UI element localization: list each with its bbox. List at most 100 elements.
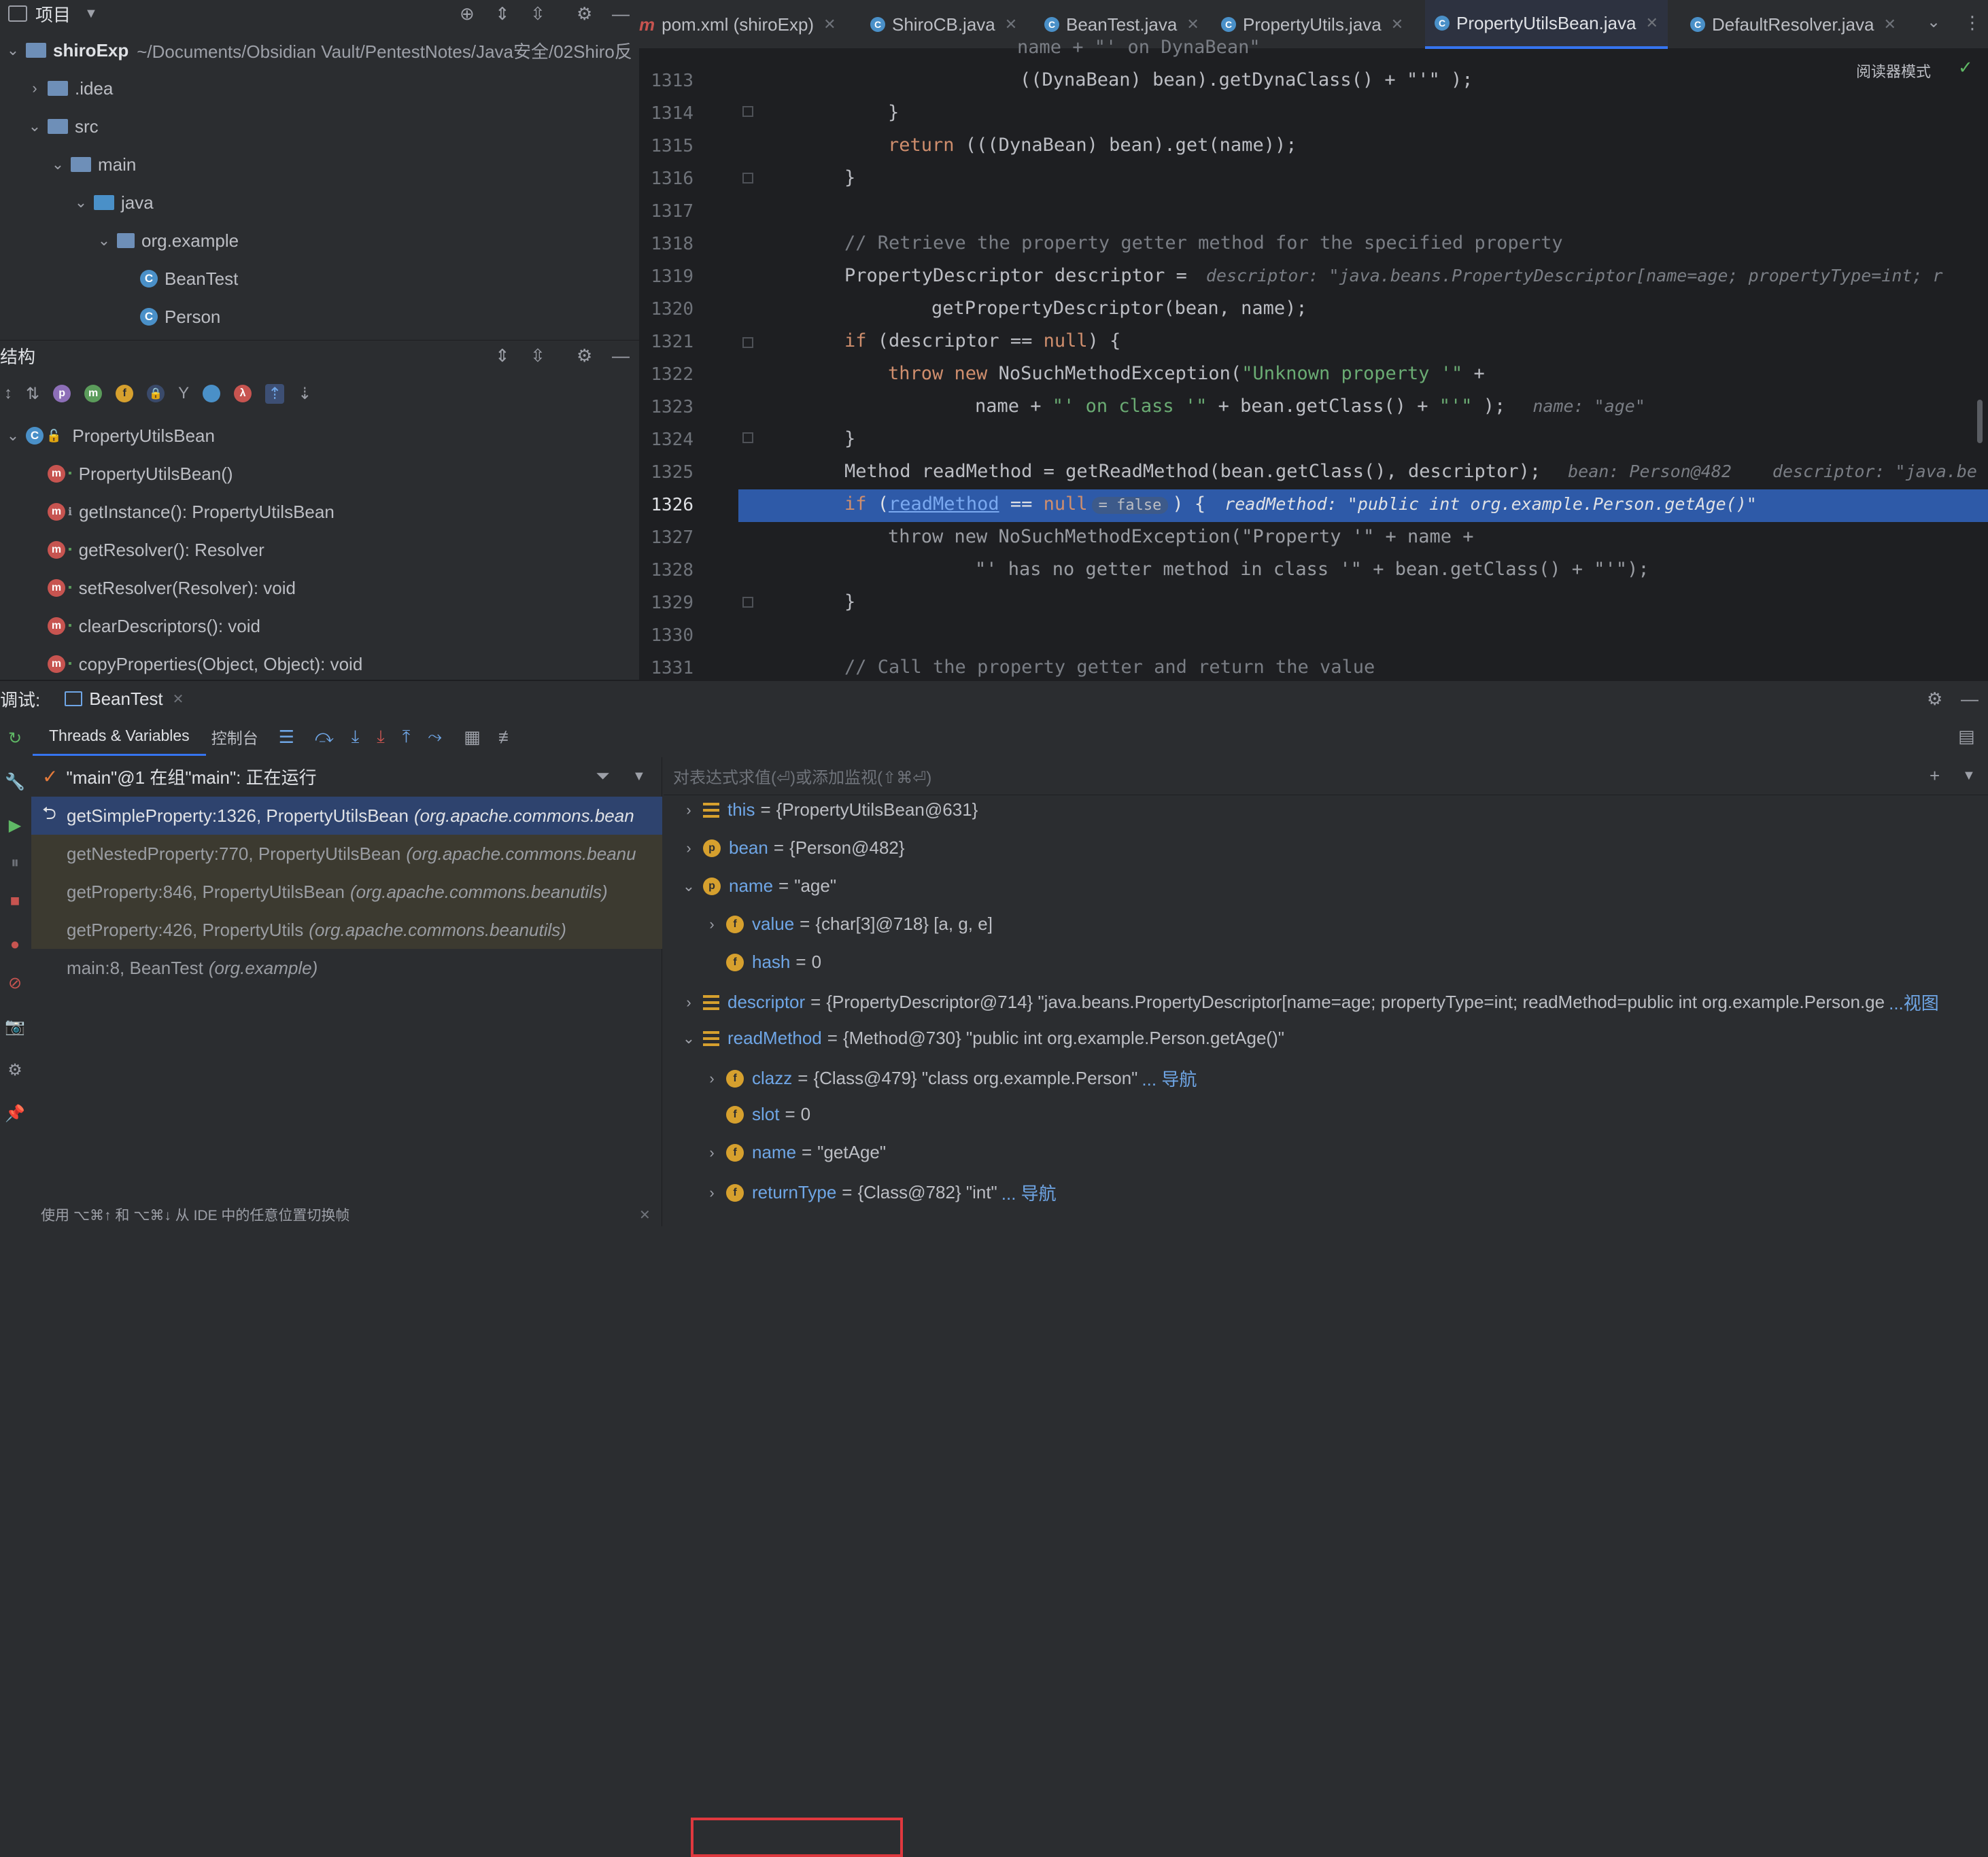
autoscroll-to-source-icon[interactable]: ⇡ [265, 383, 285, 404]
chevron-down-icon[interactable]: ⌄ [26, 118, 44, 135]
tab-console[interactable]: 控制台 [211, 725, 258, 748]
add-watch-icon[interactable]: + [1930, 765, 1940, 786]
collapse-all-icon[interactable]: ⇳ [530, 345, 545, 366]
pin-icon[interactable]: 📌 [3, 1101, 27, 1126]
chevron-down-icon[interactable]: ⌄ [95, 232, 113, 249]
wrench-icon[interactable]: 🔧 [3, 769, 27, 794]
tree-item-src[interactable]: ⌄ src [26, 114, 99, 139]
layout-icon[interactable]: ▤ [1958, 726, 1975, 747]
tree-item-idea[interactable]: › .idea [26, 76, 113, 101]
evaluate-expression-icon[interactable]: ▦ [464, 727, 481, 748]
stop-icon[interactable]: ■ [3, 889, 27, 914]
trace-icon[interactable]: ≢ [498, 727, 516, 748]
chevron-right-icon[interactable]: › [680, 801, 698, 819]
mute-breakpoints-icon[interactable]: ⊘ [3, 971, 27, 995]
run-to-cursor-icon[interactable]: ⤳ [428, 726, 442, 748]
close-icon[interactable]: ✕ [1005, 16, 1017, 33]
show-anonymous-icon[interactable] [203, 385, 221, 402]
variable-row-this[interactable]: › this = {PropertyUtilsBean@631} [680, 799, 978, 820]
close-icon[interactable]: ✕ [823, 16, 836, 33]
debug-session-tab[interactable]: BeanTest ✕ [65, 689, 184, 710]
chevron-down-icon[interactable]: ▼ [84, 6, 98, 22]
gear-icon[interactable]: ⚙ [577, 345, 592, 366]
chevron-down-icon[interactable]: ⌄ [4, 41, 22, 59]
chevron-down-icon[interactable]: ⌄ [72, 194, 90, 211]
tree-item-org-example[interactable]: ⌄ org.example [95, 228, 239, 253]
stack-frame-current[interactable]: ⮌ getSimpleProperty:1326, PropertyUtilsB… [31, 797, 662, 835]
filter-icon[interactable]: ⏷ [596, 765, 610, 787]
stack-frame[interactable]: getProperty:846, PropertyUtilsBean (org.… [31, 873, 662, 911]
chevron-down-icon[interactable]: ⌄ [680, 1030, 698, 1047]
structure-member[interactable]: m ▪ clearDescriptors(): void [48, 614, 260, 638]
minimize-icon[interactable]: — [612, 345, 630, 366]
variable-row-clazz[interactable]: › f clazz = {Class@479} "class org.examp… [703, 1066, 1197, 1091]
camera-icon[interactable]: 📷 [3, 1014, 27, 1039]
settings-icon[interactable]: ⚙ [3, 1058, 27, 1082]
show-inherited-icon[interactable]: m [84, 385, 103, 402]
close-icon[interactable]: ✕ [1883, 16, 1896, 33]
tab-shirocb[interactable]: C ShiroCB.java ✕ [870, 0, 1017, 49]
chevron-right-icon[interactable]: › [26, 80, 44, 97]
show-lambdas-icon[interactable]: Y [178, 384, 189, 403]
variable-row-hash[interactable]: f hash = 0 [703, 952, 821, 973]
stack-frame[interactable]: main:8, BeanTest (org.example) [31, 949, 662, 987]
show-fields-icon[interactable]: f [116, 385, 134, 402]
chevron-down-icon[interactable]: ⌄ [1927, 12, 1940, 32]
fold-marker[interactable] [742, 337, 753, 348]
navigate-link[interactable]: ... 导航 [1001, 1180, 1057, 1205]
thread-selector[interactable]: ✓ "main"@1 在组"main": 正在运行 ⏷ ▼ [31, 757, 662, 795]
chevron-down-icon[interactable]: ⌄ [49, 156, 67, 173]
chevron-down-icon[interactable]: ▼ [1962, 768, 1976, 784]
variable-row-name[interactable]: ⌄ p name = "age" [680, 875, 836, 897]
step-out-icon[interactable]: ⤒ [402, 726, 411, 748]
chevron-right-icon[interactable]: › [680, 839, 698, 857]
expand-all-icon[interactable]: ⇕ [495, 345, 510, 366]
tab-defaultresolver[interactable]: C DefaultResolver.java ✕ [1690, 0, 1896, 49]
view-breakpoints-icon[interactable]: ● [3, 933, 27, 957]
show-non-public-icon[interactable]: 🔒 [147, 385, 165, 402]
variable-row-readmethod[interactable]: ⌄ readMethod = {Method@730} "public int … [680, 1028, 1284, 1049]
force-step-into-icon[interactable]: ⤓ [377, 726, 385, 748]
chevron-down-icon[interactable]: ⌄ [680, 878, 698, 895]
tab-threads-variables[interactable]: Threads & Variables [33, 718, 206, 756]
locate-icon[interactable]: ⊕ [460, 3, 475, 24]
rerun-icon[interactable]: ↻ [3, 726, 27, 750]
minimize-icon[interactable]: — [612, 3, 630, 24]
structure-member[interactable]: m ▪ setResolver(Resolver): void [48, 576, 296, 600]
sort-alpha-icon[interactable]: ↕ [4, 384, 12, 403]
gear-icon[interactable]: ⚙ [1927, 689, 1942, 710]
variable-row-returntype[interactable]: › f returnType = {Class@782} "int" ... 导… [703, 1180, 1057, 1205]
code-variable[interactable]: readMethod [889, 493, 999, 515]
view-link[interactable]: ...视图 [1889, 990, 1939, 1015]
stack-frame[interactable]: getNestedProperty:770, PropertyUtilsBean… [31, 835, 662, 873]
variable-row-slot[interactable]: f slot = 0 [703, 1104, 810, 1125]
project-panel-title[interactable]: 项目 [35, 1, 71, 27]
chevron-right-icon[interactable]: › [703, 1184, 721, 1202]
evaluate-input[interactable]: 对表达式求值(⏎)或添加监视(⇧⌘⏎) [673, 764, 931, 788]
structure-member[interactable]: m ℹ getInstance(): PropertyUtilsBean [48, 500, 335, 524]
chevron-down-icon[interactable]: ▼ [632, 769, 646, 784]
tree-item-java[interactable]: ⌄ java [72, 190, 154, 215]
collapse-all-icon[interactable]: ⇳ [530, 3, 545, 24]
variable-row-value[interactable]: › f value = {char[3]@718} [a, g, e] [703, 914, 993, 935]
evaluate-bar[interactable]: 对表达式求值(⏎)或添加监视(⇧⌘⏎) + ▼ [664, 757, 1988, 795]
structure-member[interactable]: m ▪ copyProperties(Object, Object): void [48, 652, 362, 676]
fold-marker[interactable] [742, 432, 753, 443]
close-icon[interactable]: ✕ [1391, 16, 1403, 33]
navigate-link[interactable]: ... 导航 [1142, 1066, 1197, 1091]
expand-all-icon[interactable]: ⇕ [495, 3, 510, 24]
fold-marker[interactable] [742, 597, 753, 608]
close-icon[interactable]: ✕ [1645, 14, 1658, 32]
chevron-right-icon[interactable]: › [703, 1144, 721, 1162]
chevron-right-icon[interactable]: › [703, 1070, 721, 1088]
tree-item-main[interactable]: ⌄ main [49, 152, 137, 177]
list-layout-icon[interactable]: ☰ [279, 727, 294, 748]
structure-member[interactable]: m ▪ getResolver(): Resolver [48, 538, 264, 562]
tree-item-person[interactable]: C Person [140, 305, 220, 329]
chevron-right-icon[interactable]: › [680, 994, 698, 1011]
variable-row-method-name[interactable]: › f name = "getAge" [703, 1142, 886, 1163]
chevron-right-icon[interactable]: › [703, 916, 721, 933]
reader-mode-label[interactable]: 阅读器模式 [1856, 60, 1931, 82]
tree-root[interactable]: ⌄ shiroExp ~/Documents/Obsidian Vault/Pe… [4, 38, 632, 63]
chevron-down-icon[interactable]: ⌄ [4, 427, 22, 445]
